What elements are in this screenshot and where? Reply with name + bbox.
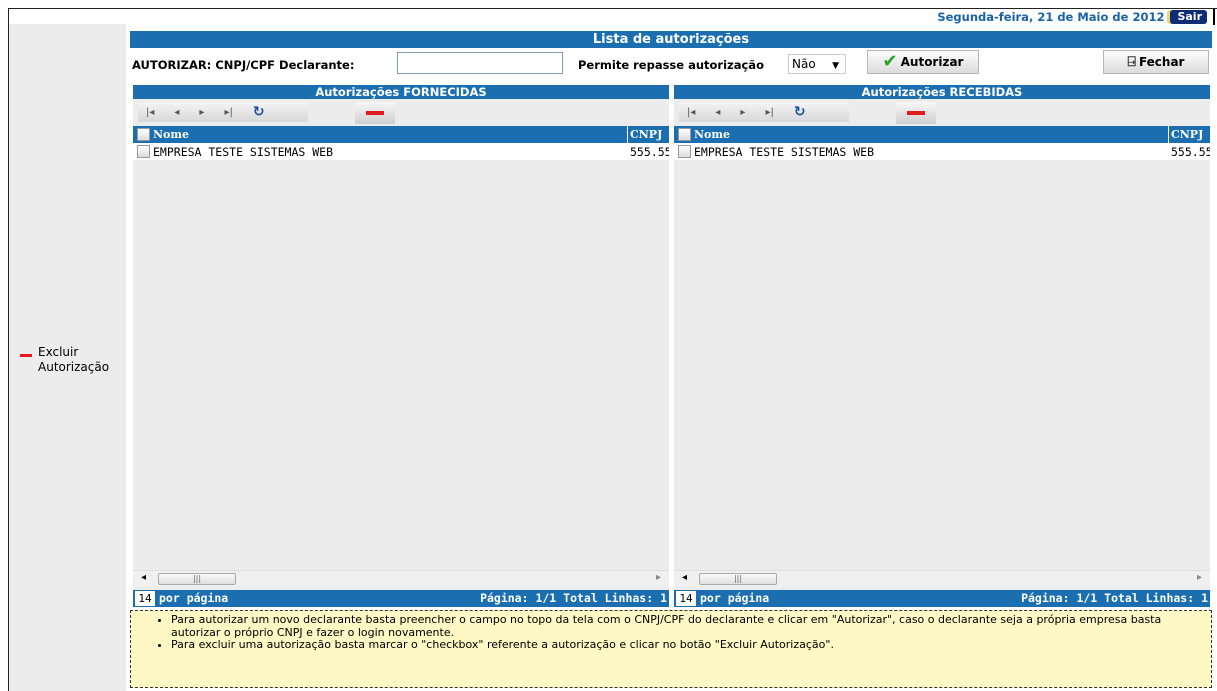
- last-page-icon[interactable]: ▸|: [765, 107, 773, 118]
- repasse-select-value: Não: [792, 57, 816, 71]
- current-date: Segunda-feira, 21 de Maio de 2012: [937, 10, 1165, 24]
- last-page-icon[interactable]: ▸|: [224, 107, 232, 118]
- panel-recebidas-title: Autorizações RECEBIDAS: [674, 85, 1210, 99]
- pagination-info: Página: 1/1 Total Linhas: 1: [480, 591, 667, 605]
- row-checkbox[interactable]: [137, 145, 150, 158]
- column-nome[interactable]: Nome: [153, 128, 189, 141]
- pager-buttons: |◂ ◂ ▸ ▸| ↻: [679, 102, 849, 122]
- grid-footer: 14 por página Página: 1/1 Total Linhas: …: [674, 590, 1210, 607]
- row-cnpj: 555.55: [630, 144, 669, 159]
- per-page-label: por página: [700, 591, 770, 605]
- table-row[interactable]: EMPRESA TESTE SISTEMAS WEB 555.55: [674, 143, 1210, 160]
- horizontal-scrollbar[interactable]: ◂ ||| ▸: [133, 570, 669, 587]
- scroll-thumb[interactable]: |||: [699, 573, 777, 585]
- scroll-right-icon[interactable]: ▸: [1197, 572, 1202, 583]
- delete-label-line1: Excluir: [38, 345, 79, 359]
- minus-icon: [366, 111, 384, 115]
- horizontal-scrollbar[interactable]: ◂ ||| ▸: [674, 570, 1210, 587]
- exit-door-icon: ⍈: [1127, 54, 1136, 70]
- panel-fornecidas-title: Autorizações FORNECIDAS: [133, 85, 669, 99]
- pagination-info: Página: 1/1 Total Linhas: 1: [1021, 591, 1208, 605]
- select-all-checkbox[interactable]: [137, 128, 150, 141]
- close-button-label: Fechar: [1138, 55, 1185, 69]
- prev-page-icon[interactable]: ◂: [715, 107, 720, 118]
- pager-buttons: |◂ ◂ ▸ ▸| ↻: [138, 102, 308, 122]
- cnpj-input[interactable]: [397, 52, 563, 74]
- grid-header: Nome CNPJ: [133, 126, 669, 143]
- first-page-icon[interactable]: |◂: [146, 107, 154, 118]
- grid-footer: 14 por página Página: 1/1 Total Linhas: …: [133, 590, 669, 607]
- grid-header: Nome CNPJ: [674, 126, 1210, 143]
- panel-fornecidas: Autorizações FORNECIDAS |◂ ◂ ▸ ▸| ↻ Nome…: [133, 85, 669, 604]
- repasse-select[interactable]: Não ▼: [788, 54, 846, 74]
- grid-navigation: |◂ ◂ ▸ ▸| ↻: [133, 99, 669, 126]
- table-row[interactable]: EMPRESA TESTE SISTEMAS WEB 555.55: [133, 143, 669, 160]
- row-cnpj: 555.55: [1171, 144, 1210, 159]
- help-item: Para autorizar um novo declarante basta …: [171, 613, 1203, 639]
- per-page-label: por página: [159, 591, 229, 605]
- minus-icon: [20, 354, 32, 357]
- close-button[interactable]: ⍈ Fechar: [1103, 50, 1209, 74]
- delete-button[interactable]: [896, 102, 936, 124]
- select-all-checkbox[interactable]: [678, 128, 691, 141]
- column-cnpj[interactable]: CNPJ: [627, 126, 669, 143]
- authorize-button[interactable]: ✔ Autorizar: [867, 50, 979, 74]
- refresh-icon[interactable]: ↻: [253, 104, 265, 120]
- authorize-button-label: Autorizar: [900, 55, 964, 69]
- minus-icon: [907, 111, 925, 115]
- delete-authorization-label: Excluir Autorização: [38, 345, 109, 375]
- delete-authorization-link[interactable]: Excluir Autorização: [20, 345, 109, 375]
- scroll-left-icon[interactable]: ◂: [141, 572, 146, 583]
- row-checkbox[interactable]: [678, 145, 691, 158]
- refresh-icon[interactable]: ↻: [794, 104, 806, 120]
- help-item: Para excluir uma autorização basta marca…: [171, 638, 1203, 652]
- header-bar: Segunda-feira, 21 de Maio de 2012 Sair: [937, 9, 1215, 25]
- scroll-thumb[interactable]: |||: [158, 573, 236, 585]
- help-box: Para autorizar um novo declarante basta …: [130, 610, 1212, 688]
- row-nome: EMPRESA TESTE SISTEMAS WEB: [153, 144, 334, 159]
- authorize-toolbar: AUTORIZAR: CNPJ/CPF Declarante: Permite …: [130, 49, 1212, 81]
- scroll-right-icon[interactable]: ▸: [656, 572, 661, 583]
- logout-button[interactable]: Sair: [1170, 10, 1207, 24]
- repasse-label: Permite repasse autorização: [578, 58, 764, 72]
- grid-navigation: |◂ ◂ ▸ ▸| ↻: [674, 99, 1210, 126]
- scroll-left-icon[interactable]: ◂: [682, 572, 687, 583]
- first-page-icon[interactable]: |◂: [687, 107, 695, 118]
- help-list: Para autorizar um novo declarante basta …: [161, 613, 1203, 652]
- next-page-icon[interactable]: ▸: [740, 107, 745, 118]
- cnpj-label: AUTORIZAR: CNPJ/CPF Declarante:: [132, 58, 355, 72]
- header-divider: [1213, 9, 1215, 25]
- checkmark-icon: ✔: [882, 51, 898, 72]
- row-nome: EMPRESA TESTE SISTEMAS WEB: [694, 144, 875, 159]
- page-title: Lista de autorizações: [130, 31, 1212, 48]
- column-nome[interactable]: Nome: [694, 128, 730, 141]
- per-page-input[interactable]: 14: [676, 591, 696, 606]
- next-page-icon[interactable]: ▸: [199, 107, 204, 118]
- delete-label-line2: Autorização: [38, 360, 110, 374]
- column-cnpj[interactable]: CNPJ: [1168, 126, 1210, 143]
- prev-page-icon[interactable]: ◂: [174, 107, 179, 118]
- chevron-down-icon: ▼: [832, 61, 839, 71]
- panel-recebidas: Autorizações RECEBIDAS |◂ ◂ ▸ ▸| ↻ Nome …: [674, 85, 1210, 604]
- per-page-input[interactable]: 14: [135, 591, 155, 606]
- delete-button[interactable]: [355, 102, 395, 124]
